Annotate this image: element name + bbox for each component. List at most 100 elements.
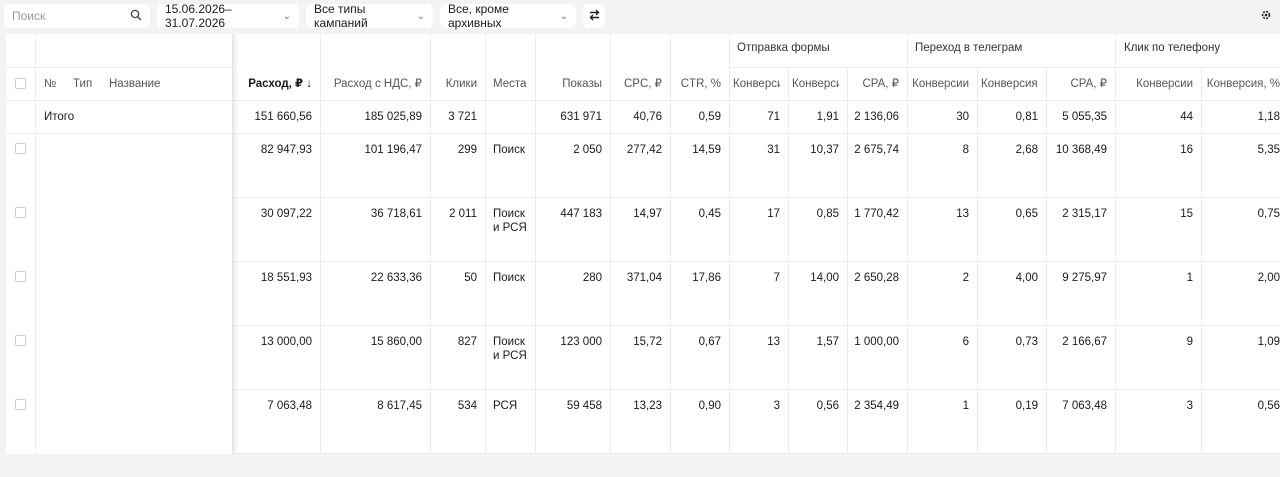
row-impressions-cell: 447 183 <box>560 208 602 220</box>
total-t-conv-cell: 30 <box>956 111 969 123</box>
divider <box>233 389 1280 390</box>
divider <box>6 133 233 134</box>
row-checkbox[interactable] <box>15 207 26 218</box>
chevron-down-icon: ⌄ <box>282 10 291 22</box>
column-header-clicks[interactable]: Клики <box>434 77 477 91</box>
date-range-select[interactable]: 15.06.2026–31.07.2026 ⌄ <box>157 2 299 30</box>
row-checkbox[interactable] <box>15 271 26 282</box>
divider <box>35 34 36 454</box>
row-clicks-cell: 827 <box>457 336 477 348</box>
divider <box>233 100 1280 101</box>
column-header-type[interactable]: Тип <box>73 77 92 91</box>
row-t-rate-cell: 0,65 <box>1015 208 1038 220</box>
column-header-spend[interactable]: Расход, ₽ ↓ <box>237 77 312 91</box>
row-p-conv-cell: 16 <box>1180 144 1193 156</box>
status-filter-select[interactable]: Все, кроме архивных ⌄ <box>440 2 576 30</box>
row-checkbox[interactable] <box>15 399 26 410</box>
column-header-name[interactable]: Название <box>109 77 160 91</box>
row-t-cpa-cell: 2 166,67 <box>1062 336 1107 348</box>
row-clicks-cell: 2 011 <box>449 208 477 220</box>
row-ctr-cell: 0,90 <box>698 400 721 412</box>
row-cpc-cell: 277,42 <box>626 144 662 156</box>
row-spend-cell: 7 063,48 <box>267 400 312 412</box>
group-header-phone: Клик по телефону <box>1124 42 1221 54</box>
swap-button[interactable] <box>583 4 605 28</box>
divider <box>729 67 1280 68</box>
settings-button[interactable] <box>1256 4 1276 28</box>
total-f-cpa-cell: 2 136,06 <box>854 111 899 123</box>
row-t-cpa-cell: 9 275,97 <box>1062 272 1107 284</box>
column-header-impressions[interactable]: Показы <box>539 77 602 91</box>
gear-icon <box>1260 9 1272 24</box>
row-spend-vat-cell: 101 196,47 <box>364 144 422 156</box>
campaign-types-select[interactable]: Все типы кампаний ⌄ <box>306 2 433 30</box>
total-spend-vat-cell: 185 025,89 <box>364 111 422 123</box>
row-clicks-cell: 299 <box>457 144 477 156</box>
divider <box>320 34 321 454</box>
total-ctr-cell: 0,59 <box>698 111 721 123</box>
row-f-conv-cell: 3 <box>773 400 780 412</box>
divider <box>430 34 431 454</box>
select-all-checkbox[interactable] <box>15 78 26 89</box>
row-checkbox[interactable] <box>15 335 26 346</box>
row-impressions-cell: 280 <box>582 272 602 284</box>
row-impressions-cell: 123 000 <box>560 336 602 348</box>
group-header-form: Отправка формы <box>737 42 830 54</box>
column-header-t-conv[interactable]: Конверсии <box>911 77 969 91</box>
row-p-conv-cell: 9 <box>1186 336 1193 348</box>
row-impressions-cell: 59 458 <box>566 400 602 412</box>
column-header-f-rate[interactable]: Конверсия, % <box>792 77 839 91</box>
divider <box>610 34 611 454</box>
column-header-t-rate[interactable]: Конверсия, % <box>981 77 1038 91</box>
row-spend-vat-cell: 8 617,45 <box>377 400 422 412</box>
row-f-cpa-cell: 2 650,28 <box>854 272 899 284</box>
divider <box>535 34 536 454</box>
total-t-rate-cell: 0,81 <box>1015 111 1038 123</box>
total-cpc-cell: 40,76 <box>633 111 662 123</box>
row-spend-vat-cell: 15 860,00 <box>370 336 422 348</box>
search-icon <box>130 9 142 24</box>
column-header-p-conv[interactable]: Конверсии <box>1119 77 1193 91</box>
row-f-rate-cell: 10,37 <box>810 144 839 156</box>
row-places-cell: Поиск и РСЯ <box>493 208 527 234</box>
column-header-spend-vat[interactable]: Расход с НДС, ₽ <box>324 77 422 91</box>
divider <box>233 261 1280 262</box>
total-f-rate-cell: 1,91 <box>816 111 839 123</box>
row-f-conv-cell: 31 <box>767 144 780 156</box>
row-f-cpa-cell: 1 770,42 <box>854 208 899 220</box>
row-cpc-cell: 13,23 <box>633 400 662 412</box>
row-cpc-cell: 15,72 <box>633 336 662 348</box>
divider <box>670 34 671 454</box>
total-p-conv-cell: 44 <box>1180 111 1193 123</box>
total-label: Итого <box>44 111 75 123</box>
column-header-t-cpa[interactable]: CPA, ₽ <box>1050 77 1108 91</box>
row-f-conv-cell: 17 <box>767 208 780 220</box>
row-checkbox[interactable] <box>15 143 26 154</box>
row-f-cpa-cell: 2 354,49 <box>854 400 899 412</box>
divider <box>6 67 233 68</box>
column-header-ctr[interactable]: CTR, % <box>674 77 721 91</box>
divider <box>233 133 1280 134</box>
column-header-cpc[interactable]: CPC, ₽ <box>614 77 662 91</box>
column-header-places[interactable]: Места <box>493 77 531 91</box>
column-header-f-conv[interactable]: Конверсии <box>733 77 780 91</box>
row-clicks-cell: 50 <box>464 272 477 284</box>
row-p-conv-cell: 15 <box>1180 208 1193 220</box>
row-cpc-cell: 371,04 <box>626 272 662 284</box>
date-range-value: 15.06.2026–31.07.2026 <box>165 2 232 30</box>
total-impressions-cell: 631 971 <box>560 111 602 123</box>
search-input[interactable]: Поиск <box>4 4 150 28</box>
column-header-f-cpa[interactable]: CPA, ₽ <box>851 77 900 91</box>
row-spend-cell: 13 000,00 <box>260 336 312 348</box>
status-filter-value: Все, кроме архивных <box>448 2 509 30</box>
row-p-rate-cell: 2,00 <box>1257 272 1280 284</box>
row-t-cpa-cell: 7 063,48 <box>1062 400 1107 412</box>
row-p-rate-cell: 5,35 <box>1257 144 1280 156</box>
row-impressions-cell: 2 050 <box>573 144 602 156</box>
campaign-types-value: Все типы кампаний <box>314 2 368 30</box>
total-t-cpa-cell: 5 055,35 <box>1062 111 1107 123</box>
column-header-p-rate[interactable]: Конверсия, % <box>1205 77 1280 91</box>
column-header-num[interactable]: № <box>44 77 56 91</box>
row-ctr-cell: 0,45 <box>698 208 721 220</box>
row-f-cpa-cell: 2 675,74 <box>854 144 899 156</box>
